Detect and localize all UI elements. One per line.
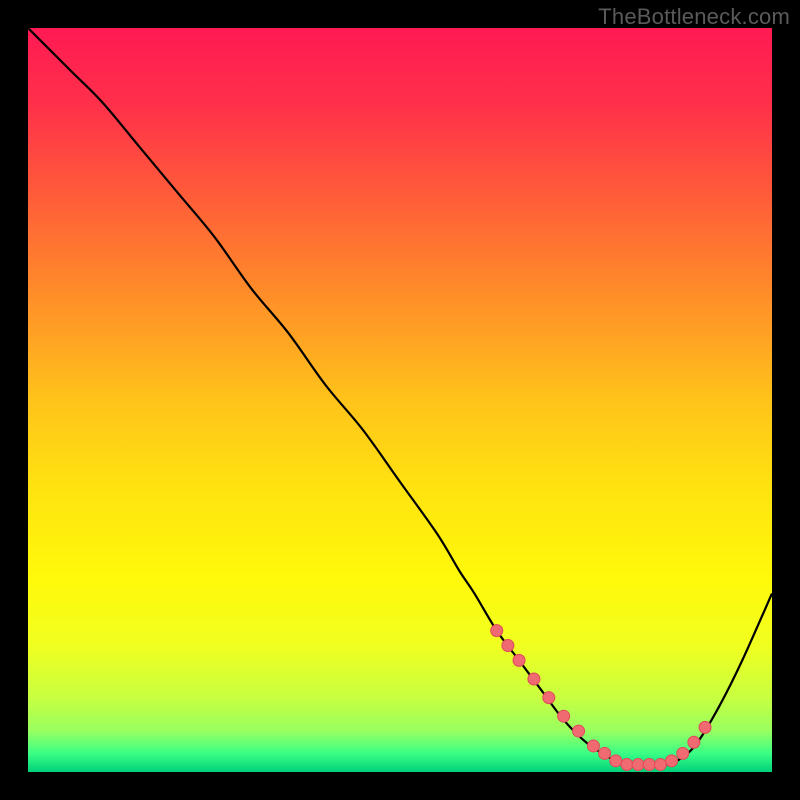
highlight-point (688, 736, 700, 748)
highlight-point (654, 759, 666, 771)
highlight-point (491, 625, 503, 637)
highlight-point (666, 755, 678, 767)
watermark-text: TheBottleneck.com (598, 4, 790, 30)
highlight-point (543, 692, 555, 704)
highlight-point (621, 759, 633, 771)
highlight-point (599, 747, 611, 759)
highlight-point (502, 640, 514, 652)
highlight-point (528, 673, 540, 685)
chart-frame: TheBottleneck.com (0, 0, 800, 800)
highlight-point (610, 755, 622, 767)
highlight-point (632, 759, 644, 771)
plot-area (28, 28, 772, 772)
highlight-point (643, 759, 655, 771)
highlight-point (513, 654, 525, 666)
highlight-point (699, 721, 711, 733)
highlight-point (558, 710, 570, 722)
highlight-point (677, 747, 689, 759)
plot-svg (28, 28, 772, 772)
highlight-point (587, 740, 599, 752)
highlight-point (573, 725, 585, 737)
gradient-background (28, 28, 772, 772)
